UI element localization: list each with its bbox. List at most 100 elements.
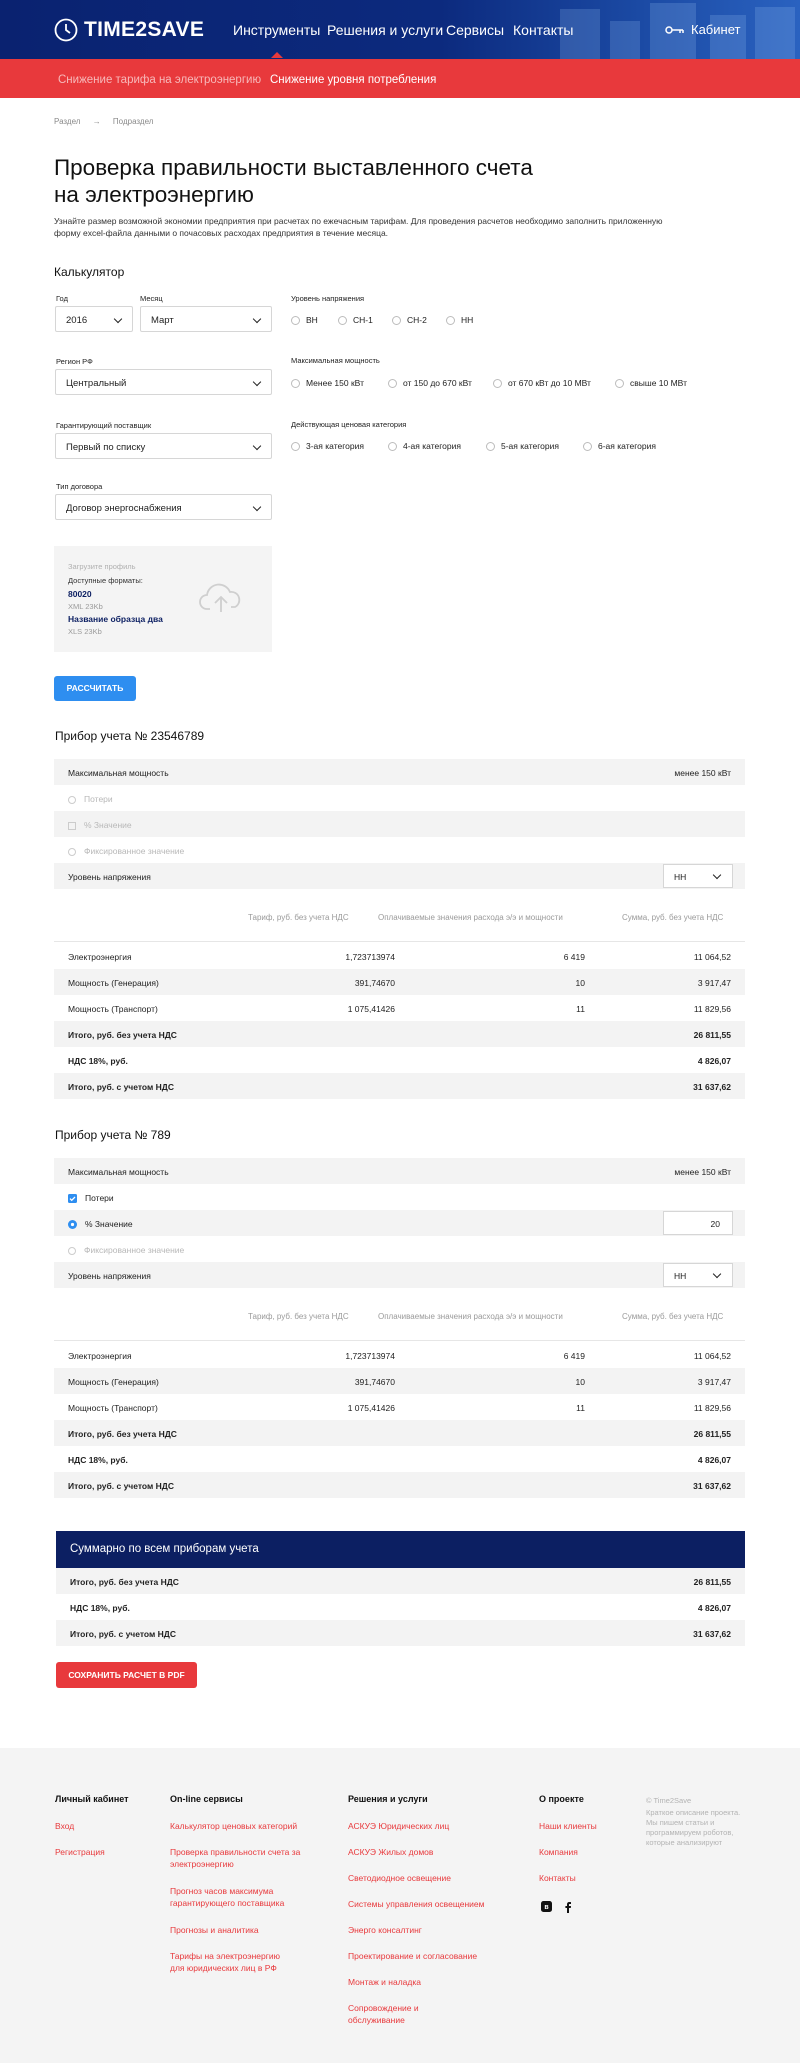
footer-service-link[interactable]: Калькулятор ценовых категорий [170, 1820, 315, 1832]
breadcrumb-section[interactable]: Раздел [54, 117, 80, 126]
upload-dropzone[interactable]: Загрузите профиль Доступные форматы: 800… [54, 546, 272, 652]
total-label: Итого, руб. без учета НДС [68, 1030, 177, 1040]
footer-login-link[interactable]: Вход [55, 1820, 74, 1832]
meter1-percent-row[interactable]: % Значение [54, 811, 745, 837]
meter1-fixed-row[interactable]: Фиксированное значение [54, 837, 745, 863]
radio-price-6[interactable]: 6-ая категория [583, 441, 656, 451]
table-row: Мощность (Генерация) 391,74670 10 3 917,47 [54, 969, 745, 995]
subnav-tariff[interactable]: Снижение тарифа на электроэнергию [58, 74, 261, 86]
footer-register-link[interactable]: Регистрация [55, 1846, 105, 1858]
footer-solution-link[interactable]: Монтаж и наладка [348, 1976, 508, 1988]
footer-solution-link[interactable]: Сопровождение и обслуживание [348, 2002, 428, 2026]
table-row: Электроэнергия 1,723713974 6 419 11 064,52 [54, 943, 745, 969]
nav-contacts[interactable]: Контакты [513, 22, 573, 38]
footer-solution-link[interactable]: Системы управления освещением [348, 1898, 508, 1910]
footer-about-link[interactable]: Контакты [539, 1872, 576, 1884]
radio-price-3[interactable]: 3-ая категория [291, 441, 364, 451]
meter1-losses-row[interactable]: Потери [54, 785, 745, 811]
logo[interactable]: TIME2SAVE [54, 18, 204, 42]
vat-label: НДС 18%, руб. [68, 1455, 128, 1465]
row-label: Уровень напряжения [68, 1271, 151, 1281]
footer-about-link[interactable]: Компания [539, 1846, 578, 1858]
nav-services[interactable]: Сервисы [446, 22, 504, 38]
save-pdf-button[interactable]: СОХРАНИТЬ РАСЧЕТ В PDF [56, 1662, 197, 1688]
cell-sum: 3 917,47 [697, 1377, 731, 1387]
footer-service-link[interactable]: Прогнозы и аналитика [170, 1924, 315, 1936]
row-label: Максимальная мощность [68, 768, 169, 778]
footer-about-link[interactable]: Наши клиенты [539, 1820, 597, 1832]
vk-icon[interactable]: в [541, 1901, 552, 1912]
supplier-select[interactable]: Первый по списку [55, 433, 272, 459]
facebook-icon[interactable] [564, 1901, 572, 1913]
meter2-voltage-row: Уровень напряжения НН [54, 1262, 745, 1288]
cell-qty: 6 419 [563, 1351, 585, 1361]
summary-total-row: Итого, руб. без учета НДС 26 811,55 [56, 1568, 745, 1594]
chevron-down-icon [252, 502, 262, 512]
footer-solution-link[interactable]: Проектирование и согласование [348, 1950, 508, 1962]
region-select[interactable]: Центральный [55, 369, 272, 395]
footer-solution-link[interactable]: Энерго консалтинг [348, 1924, 508, 1936]
region-value: Центральный [66, 378, 127, 389]
cell-tariff: 391,74670 [354, 1377, 395, 1387]
radio-power-1[interactable]: Менее 150 кВт [291, 378, 364, 388]
meter2-fixed-row[interactable]: Фиксированное значение [54, 1236, 745, 1262]
summary-total-vat-row: Итого, руб. с учетом НДС 31 637,62 [56, 1620, 745, 1646]
footer-service-link[interactable]: Прогноз часов максимума гарантирующего п… [170, 1885, 305, 1909]
nav-solutions[interactable]: Решения и услуги [327, 22, 443, 38]
cell-sum: 3 917,47 [697, 978, 731, 988]
header-bg-building [610, 21, 640, 59]
radio-voltage-sn2[interactable]: СН-2 [392, 315, 427, 325]
supplier-value: Первый по списку [66, 442, 146, 453]
radio-price-4[interactable]: 4-ая категория [388, 441, 461, 451]
region-label: Регион РФ [56, 357, 93, 366]
footer-service-link[interactable]: Проверка правильности счета за электроэн… [170, 1846, 305, 1870]
radio-power-2[interactable]: от 150 до 670 кВт [388, 378, 472, 388]
meter2-percent-row[interactable]: % Значение 20 [54, 1210, 745, 1236]
cell-qty: 10 [575, 978, 585, 988]
footer-solution-link[interactable]: АСКУЭ Юридических лиц [348, 1820, 508, 1832]
footer-solution-link[interactable]: Светодиодное освещение [348, 1872, 508, 1884]
cell-name: Электроэнергия [68, 1351, 132, 1361]
breadcrumb-subsection[interactable]: Подраздел [113, 117, 154, 126]
select-value: НН [674, 872, 687, 882]
checkbox-checked-icon [68, 1194, 77, 1204]
summary-header: Суммарно по всем приборам учета [56, 1531, 745, 1568]
radio-icon [291, 378, 300, 388]
row-label: Потери [84, 794, 113, 804]
calculate-button[interactable]: РАССЧИТАТЬ [54, 676, 136, 701]
meter2-losses-row[interactable]: Потери [54, 1184, 745, 1210]
nav-tools[interactable]: Инструменты [233, 22, 320, 58]
row-value: менее 150 кВт [674, 1167, 731, 1177]
percent-value-input[interactable]: 20 [663, 1211, 733, 1235]
radio-price-5[interactable]: 5-ая категория [486, 441, 559, 451]
cabinet-link[interactable]: Кабинет [665, 22, 740, 37]
radio-icon [392, 315, 401, 325]
row-label: % Значение [85, 1219, 133, 1229]
radio-voltage-vn[interactable]: ВН [291, 315, 318, 325]
chevron-down-icon [252, 377, 262, 387]
radio-voltage-nn[interactable]: НН [446, 315, 473, 325]
meter1-voltage-select[interactable]: НН [663, 864, 733, 888]
total-vat-row: Итого, руб. с учетом НДС 31 637,62 [54, 1472, 745, 1498]
radio-icon [446, 315, 455, 325]
footer-service-link[interactable]: Тарифы на электроэнергию для юридических… [170, 1950, 295, 1974]
power-label: Максимальная мощность [291, 356, 380, 365]
meter1-title: Прибор учета № 23546789 [55, 729, 205, 743]
radio-power-4[interactable]: свыше 10 МВт [615, 378, 687, 388]
radio-power-3[interactable]: от 670 кВт до 10 МВт [493, 378, 591, 388]
subnav-consumption[interactable]: Снижение уровня потребления [270, 74, 436, 86]
sample-file-link-1[interactable]: 80020 [68, 589, 92, 599]
radio-voltage-sn1[interactable]: СН-1 [338, 315, 373, 325]
month-select[interactable]: Март [140, 306, 272, 332]
footer-solutions-title: Решения и услуги [348, 1794, 428, 1804]
year-select[interactable]: 2016 [55, 306, 133, 332]
row-label: % Значение [84, 820, 132, 830]
meter2-voltage-select[interactable]: НН [663, 1263, 733, 1287]
footer-solution-link[interactable]: АСКУЭ Жилых домов [348, 1846, 508, 1858]
radio-icon [68, 795, 76, 804]
contract-select[interactable]: Договор энергоснабжения [55, 494, 272, 520]
radio-icon [291, 441, 300, 451]
price-category-label: Действующая ценовая категория [291, 420, 407, 429]
sample-file-link-2[interactable]: Название образца два [68, 614, 163, 624]
cabinet-label: Кабинет [691, 22, 741, 37]
